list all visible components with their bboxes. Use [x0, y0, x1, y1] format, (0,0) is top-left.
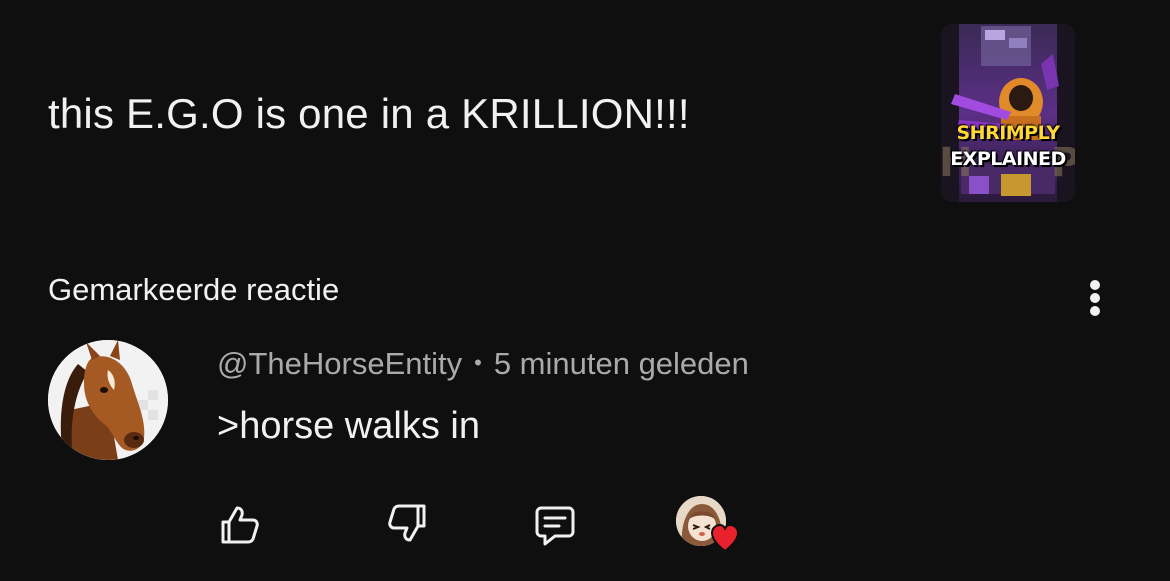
- reply-button[interactable]: [531, 500, 579, 548]
- thumbnail-line-1: SHRIMPLY: [956, 122, 1060, 144]
- highlighted-comment-label: Gemarkeerde reactie: [48, 272, 340, 307]
- comment-text: >horse walks in: [217, 405, 480, 447]
- video-thumbnail[interactable]: H P SHRIMPLY EXPLAINED: [941, 24, 1075, 202]
- comment-author[interactable]: @TheHorseEntity: [217, 346, 462, 381]
- horse-head-avatar: [48, 340, 168, 460]
- thumbs-up-icon: [221, 506, 259, 544]
- thumbnail-artwork: H P: [941, 24, 1075, 202]
- vertical-ellipsis-icon: [1090, 280, 1100, 316]
- creator-heart-badge: [676, 496, 740, 556]
- comment-meta: @TheHorseEntity • 5 minuten geleden: [217, 343, 749, 384]
- thumbs-down-icon: [388, 504, 426, 542]
- more-options-button[interactable]: [1078, 276, 1112, 320]
- like-button[interactable]: [215, 500, 263, 548]
- commenter-avatar[interactable]: [48, 340, 168, 460]
- meta-separator: •: [474, 350, 482, 375]
- comment-bubble-icon: [535, 506, 575, 546]
- dislike-button[interactable]: [384, 500, 432, 548]
- creator-heart-icon: [710, 524, 740, 552]
- thumbnail-line-2: EXPLAINED: [950, 148, 1066, 170]
- comment-timestamp: 5 minuten geleden: [493, 346, 749, 381]
- video-title[interactable]: this E.G.O is one in a KRILLION!!!: [48, 88, 908, 140]
